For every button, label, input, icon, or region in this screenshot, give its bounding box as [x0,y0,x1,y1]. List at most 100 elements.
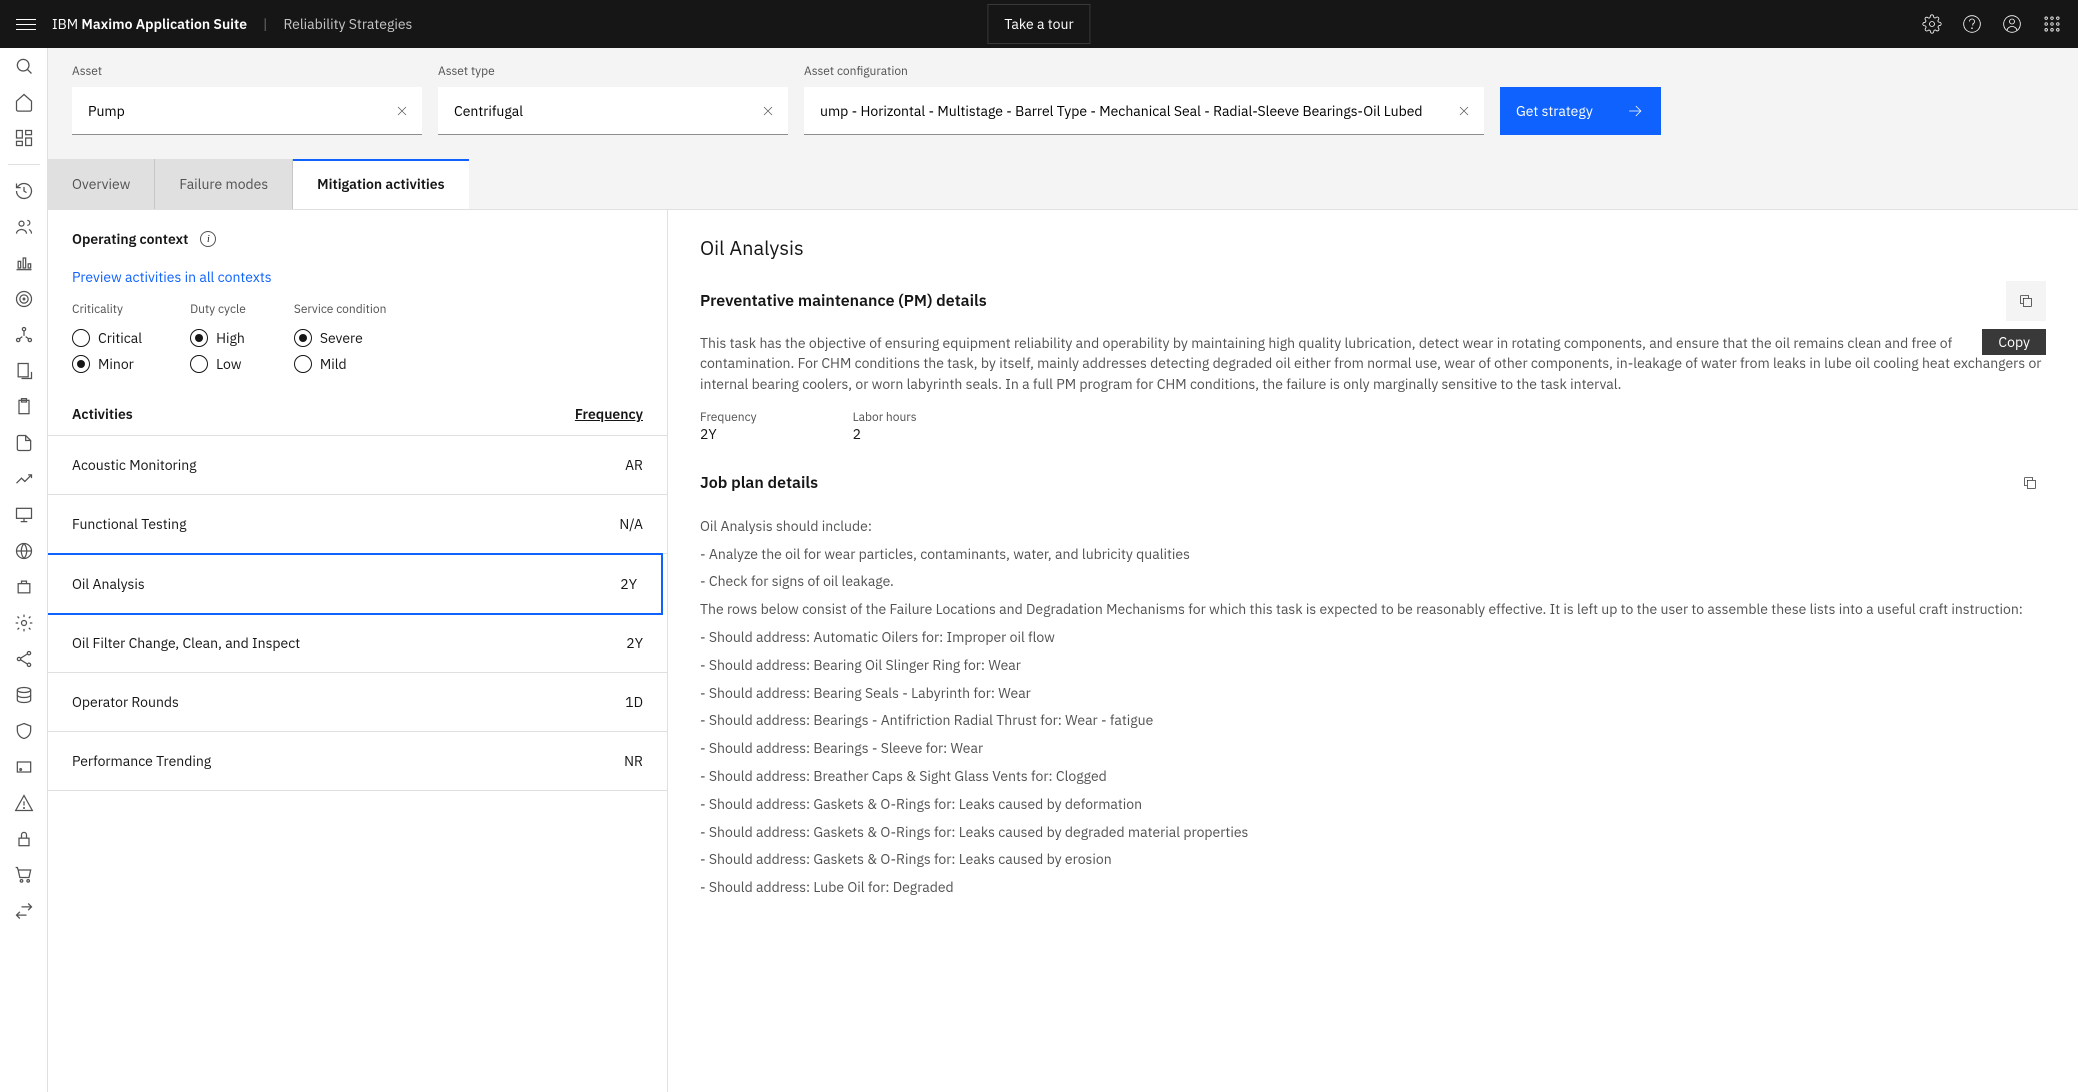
history-icon[interactable] [14,181,34,201]
help-icon[interactable] [1962,14,1982,34]
activity-row[interactable]: Oil Filter Change, Clean, and Inspect 2Y [48,614,667,673]
clear-type-icon[interactable] [760,103,776,119]
top-header: IBM Maximo Application Suite | Reliabili… [0,0,2078,48]
database-icon[interactable] [14,685,34,705]
pm-details-heading: Preventative maintenance (PM) details [700,291,987,311]
header-actions [1922,14,2062,34]
target-icon[interactable] [14,289,34,309]
left-nav-rail [0,48,48,1092]
lock-icon[interactable] [14,829,34,849]
cart-icon[interactable] [14,865,34,885]
job-detail-line: - Should address: Bearings - Antifrictio… [700,709,2046,733]
activity-name: Acoustic Monitoring [72,456,197,474]
activity-row[interactable]: Performance Trending NR [48,732,667,791]
activities-panel: Operating context i Preview activities i… [48,210,668,1092]
frequency-col-label[interactable]: Frequency [575,405,643,423]
job-detail-line: - Should address: Breather Caps & Sight … [700,765,2046,789]
home-icon[interactable] [14,92,34,112]
take-tour-button[interactable]: Take a tour [987,4,1090,44]
pm-description: This task has the objective of ensuring … [700,333,2046,394]
file-icon[interactable] [14,433,34,453]
tab-failure-modes[interactable]: Failure modes [155,159,293,209]
tabs: Overview Failure modes Mitigation activi… [48,159,2078,210]
frequency-label: Frequency [700,410,757,425]
copy-icon [2022,475,2038,491]
activity-frequency: AR [625,456,643,474]
breadcrumb[interactable]: Reliability Strategies [283,15,412,33]
shield-icon[interactable] [14,721,34,741]
gear-icon[interactable] [14,613,34,633]
activities-col-label: Activities [72,405,133,423]
switch-icon[interactable] [14,901,34,921]
radio-high[interactable]: High [190,329,246,347]
clear-config-icon[interactable] [1456,103,1472,119]
warning-icon[interactable] [14,793,34,813]
activity-row[interactable]: Oil Analysis2Y [48,553,663,615]
activity-row[interactable]: Acoustic Monitoring AR [48,436,667,495]
clear-asset-icon[interactable] [394,103,410,119]
duty-label: Duty cycle [190,302,246,317]
asset-config-label: Asset configuration [804,64,1484,79]
settings-icon[interactable] [1922,14,1942,34]
hamburger-menu-icon[interactable] [16,14,36,34]
header-divider: | [263,15,267,33]
share-icon[interactable] [14,649,34,669]
job-detail-line: - Should address: Bearing Seals - Labyri… [700,682,2046,706]
asset-type-label: Asset type [438,64,788,79]
activities-table-header: Activities Frequency [48,393,667,436]
copy-pm-button[interactable] [2006,281,2046,321]
activity-frequency: NR [624,752,643,770]
activity-row[interactable]: Operator Rounds1D [48,673,667,732]
job-detail-line: - Should address: Lube Oil for: Degraded [700,876,2046,900]
copy-icon [2018,293,2034,309]
monitor-icon[interactable] [14,505,34,525]
operating-context-heading: Operating context [72,230,188,248]
asset-input[interactable] [72,90,422,132]
activity-name: Oil Filter Change, Clean, and Inspect [72,634,300,652]
radio-minor[interactable]: Minor [72,355,142,373]
file-export-icon[interactable] [14,361,34,381]
get-strategy-button[interactable]: Get strategy [1500,87,1661,135]
activity-frequency: 2Y [626,634,643,652]
copy-job-button[interactable] [2014,467,2046,499]
tab-overview[interactable]: Overview [48,159,155,209]
activity-name: Operator Rounds [72,693,179,711]
context-radio-groups: Criticality Critical Minor Duty cycle Hi… [48,302,667,393]
activity-name: Oil Analysis [72,575,145,593]
radio-low[interactable]: Low [190,355,246,373]
job-detail-line: - Should address: Gaskets & O-Rings for:… [700,821,2046,845]
activities-list: Acoustic MonitoringARFunctional TestingN… [48,436,667,1092]
content-split: Operating context i Preview activities i… [48,210,2078,1092]
info-icon[interactable]: i [200,231,216,247]
activity-name: Functional Testing [72,515,186,533]
box-icon[interactable] [14,577,34,597]
job-plan-details: Oil Analysis should include:- Analyze th… [700,515,2046,900]
globe-icon[interactable] [14,541,34,561]
radio-severe[interactable]: Severe [294,329,387,347]
activity-row[interactable]: Functional TestingN/A [48,495,667,554]
activity-name: Performance Trending [72,752,211,770]
asset-config-input[interactable] [804,90,1484,132]
radio-mild[interactable]: Mild [294,355,387,373]
people-icon[interactable] [14,217,34,237]
arrow-right-icon [1625,101,1645,121]
trend-icon[interactable] [14,469,34,489]
job-plan-heading: Job plan details [700,473,818,493]
job-detail-line: - Analyze the oil for wear particles, co… [700,543,2046,567]
apps-icon[interactable] [2042,14,2062,34]
job-detail-line: - Check for signs of oil leakage. [700,570,2046,594]
tab-mitigation-activities[interactable]: Mitigation activities [293,159,468,209]
drive-icon[interactable] [14,757,34,777]
chart-icon[interactable] [14,253,34,273]
network-icon[interactable] [14,325,34,345]
user-icon[interactable] [2002,14,2022,34]
dashboard-icon[interactable] [14,128,34,148]
detail-title: Oil Analysis [700,234,2046,261]
clipboard-icon[interactable] [14,397,34,417]
brand-title: IBM Maximo Application Suite [52,15,247,33]
labor-hours-label: Labor hours [853,410,917,425]
preview-activities-link[interactable]: Preview activities in all contexts [48,256,667,302]
radio-critical[interactable]: Critical [72,329,142,347]
asset-type-input[interactable] [438,90,788,132]
search-icon[interactable] [14,56,34,76]
